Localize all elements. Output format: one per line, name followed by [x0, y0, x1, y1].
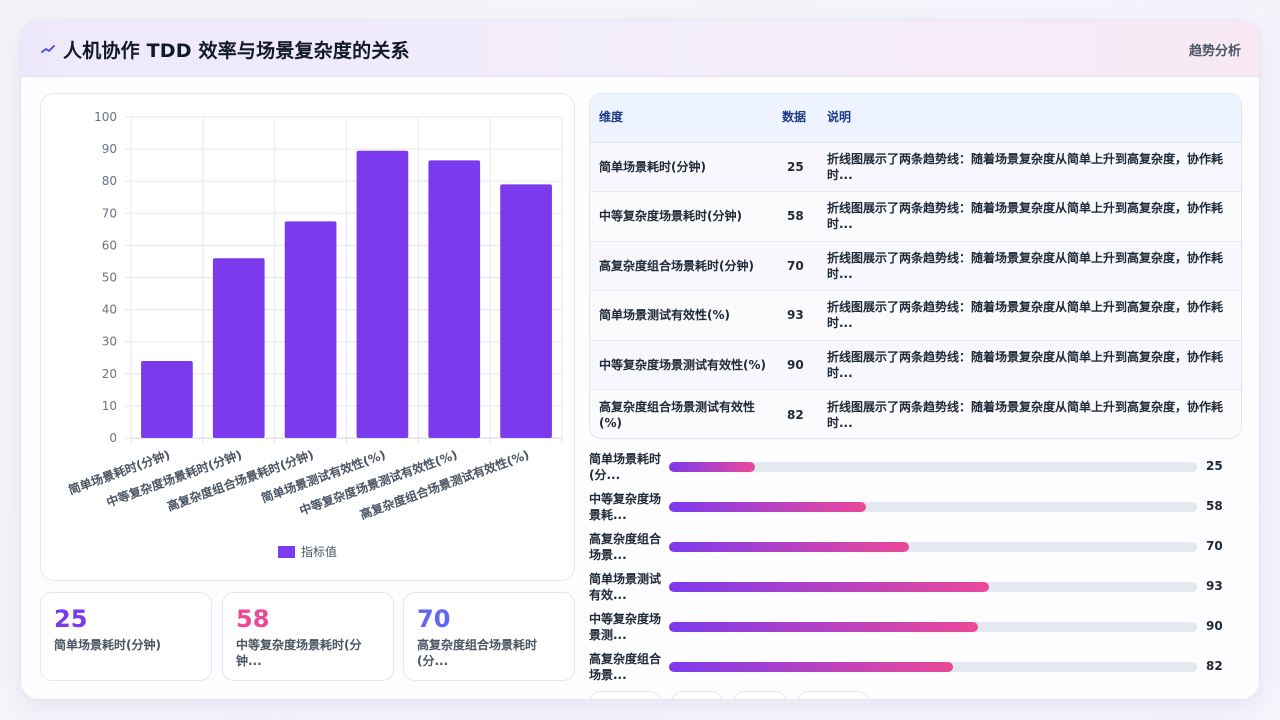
- trend-analysis-tag[interactable]: 趋势分析: [1189, 40, 1241, 59]
- progress-item: 高复杂度组合场景... 70: [589, 531, 1242, 571]
- bar-chart-panel: 0 10 20 30 40 50 60 70 80 90 100 简单场景耗时(分钟) 中等复杂度场景耗…: [40, 93, 575, 581]
- progress-track: [669, 542, 1197, 552]
- progress-value: 70: [1206, 539, 1223, 553]
- dashboard-card: 人机协作 TDD 效率与场景复杂度的关系 趋势分析 0 10 20 30 40 50 60 7…: [20, 20, 1260, 700]
- cell-dimension: 高复杂度组合场景耗时(分钟): [590, 241, 778, 291]
- filter-chip[interactable]: [797, 691, 869, 699]
- legend-label: 指标值: [301, 544, 337, 559]
- stat-value-1: 25: [54, 605, 88, 633]
- data-table: 维度 数据 说明 简单场景耗时(分钟) 25 折线图展示了两条趋势线：随着场景复…: [589, 93, 1242, 439]
- cell-value: 58: [778, 191, 818, 242]
- y-tick-label: 40: [102, 303, 117, 317]
- y-tick-label: 10: [102, 399, 117, 413]
- page-title: 人机协作 TDD 效率与场景复杂度的关系: [63, 40, 410, 62]
- progress-track: [669, 502, 1197, 512]
- filter-chip[interactable]: [733, 691, 787, 699]
- y-tick-label: 0: [109, 431, 117, 445]
- y-tick-label: 50: [102, 271, 117, 285]
- cell-description: 折线图展示了两条趋势线：随着场景复杂度从简单上升到高复杂度，协作耗时...: [818, 142, 1241, 192]
- progress-label: 简单场景测试有效...: [589, 572, 662, 602]
- cell-value: 25: [778, 142, 818, 192]
- cell-value: 82: [778, 389, 818, 438]
- cell-value: 93: [778, 290, 818, 341]
- y-tick-label: 20: [102, 367, 117, 381]
- cell-value: 90: [778, 340, 818, 390]
- stat-card-2: 58 中等复杂度场景耗时(分钟...: [222, 592, 394, 681]
- table-row: 中等复杂度场景耗时(分钟) 58 折线图展示了两条趋势线：随着场景复杂度从简单上…: [590, 191, 1241, 242]
- progress-fill: [669, 582, 989, 592]
- bar: [356, 150, 409, 438]
- bar: [141, 360, 193, 438]
- filter-chip[interactable]: [671, 691, 723, 699]
- cell-dimension: 中等复杂度场景耗时(分钟): [590, 191, 778, 242]
- table-row: 简单场景测试有效性(%) 93 折线图展示了两条趋势线：随着场景复杂度从简单上升…: [590, 290, 1241, 341]
- stat-label-1: 简单场景耗时(分钟): [54, 638, 161, 652]
- progress-label: 高复杂度组合场景...: [589, 652, 662, 682]
- progress-fill: [669, 622, 978, 632]
- table-row: 简单场景耗时(分钟) 25 折线图展示了两条趋势线：随着场景复杂度从简单上升到高…: [590, 142, 1241, 192]
- table-row: 高复杂度组合场景耗时(分钟) 70 折线图展示了两条趋势线：随着场景复杂度从简单…: [590, 241, 1241, 291]
- cell-dimension: 中等复杂度场景测试有效性(%): [590, 340, 778, 390]
- stat-card-3: 70 高复杂度组合场景耗时(分...: [403, 592, 575, 681]
- y-tick-label: 70: [102, 206, 117, 220]
- progress-label: 中等复杂度场景耗...: [589, 492, 662, 522]
- progress-track: [669, 582, 1197, 592]
- progress-track: [669, 622, 1197, 632]
- table-header-row: 维度 数据 说明: [590, 94, 1241, 143]
- cell-dimension: 简单场景耗时(分钟): [590, 142, 778, 192]
- progress-fill: [669, 542, 910, 552]
- bar: [212, 258, 265, 438]
- progress-track: [669, 462, 1197, 472]
- cell-dimension: 简单场景测试有效性(%): [590, 290, 778, 341]
- trend-icon: [41, 45, 55, 53]
- table-row: 中等复杂度场景测试有效性(%) 90 折线图展示了两条趋势线：随着场景复杂度从简…: [590, 340, 1241, 390]
- bar: [428, 160, 481, 438]
- stat-label-3: 高复杂度组合场景耗时(分...: [417, 638, 538, 668]
- progress-label: 高复杂度组合场景...: [589, 532, 662, 562]
- progress-item: 中等复杂度场景耗... 58: [589, 491, 1242, 531]
- col-header-data: 数据: [778, 94, 818, 143]
- y-tick-label: 100: [94, 110, 117, 124]
- progress-label: 中等复杂度场景测...: [589, 612, 662, 642]
- cell-description: 折线图展示了两条趋势线：随着场景复杂度从简单上升到高复杂度，协作耗时...: [818, 340, 1241, 390]
- stat-card-1: 25 简单场景耗时(分钟): [40, 592, 212, 681]
- stat-label-2: 中等复杂度场景耗时(分钟...: [236, 638, 362, 668]
- y-tick-label: 30: [102, 335, 117, 349]
- filter-chip[interactable]: [589, 691, 661, 699]
- cell-description: 折线图展示了两条趋势线：随着场景复杂度从简单上升到高复杂度，协作耗时...: [818, 389, 1241, 438]
- cell-description: 折线图展示了两条趋势线：随着场景复杂度从简单上升到高复杂度，协作耗时...: [818, 241, 1241, 291]
- cell-dimension: 高复杂度组合场景测试有效性(%): [590, 389, 778, 438]
- bar-chart: 0102030405060708090100简单场景耗时(分钟)中等复杂度场景耗…: [66, 110, 563, 559]
- progress-value: 58: [1206, 499, 1223, 513]
- bar: [284, 221, 337, 438]
- table-row: 高复杂度组合场景测试有效性(%) 82 折线图展示了两条趋势线：随着场景复杂度从…: [590, 389, 1241, 438]
- progress-fill: [669, 502, 866, 512]
- stat-value-2: 58: [236, 605, 270, 633]
- header-bar: 人机协作 TDD 效率与场景复杂度的关系 趋势分析: [21, 21, 1259, 77]
- progress-label: 简单场景耗时(分...: [589, 452, 662, 482]
- cell-description: 折线图展示了两条趋势线：随着场景复杂度从简单上升到高复杂度，协作耗时...: [818, 290, 1241, 341]
- y-tick-label: 60: [102, 238, 117, 252]
- progress-item: 中等复杂度场景测... 90: [589, 611, 1242, 651]
- cell-description: 折线图展示了两条趋势线：随着场景复杂度从简单上升到高复杂度，协作耗时...: [818, 191, 1241, 242]
- progress-fill: [669, 662, 953, 672]
- col-header-dimension: 维度: [590, 94, 778, 143]
- col-header-description: 说明: [818, 94, 1241, 143]
- progress-value: 25: [1206, 459, 1223, 473]
- progress-item: 简单场景耗时(分... 25: [589, 451, 1242, 491]
- progress-fill: [669, 462, 755, 472]
- progress-track: [669, 662, 1197, 672]
- progress-value: 90: [1206, 619, 1223, 633]
- cell-value: 70: [778, 241, 818, 291]
- bar: [500, 184, 552, 438]
- progress-value: 82: [1206, 659, 1223, 673]
- y-tick-label: 80: [102, 174, 117, 188]
- progress-value: 93: [1206, 579, 1223, 593]
- progress-item: 高复杂度组合场景... 82: [589, 651, 1242, 691]
- y-tick-label: 90: [102, 142, 117, 156]
- legend-swatch: [278, 546, 295, 558]
- stat-value-3: 70: [417, 605, 451, 633]
- progress-item: 简单场景测试有效... 93: [589, 571, 1242, 611]
